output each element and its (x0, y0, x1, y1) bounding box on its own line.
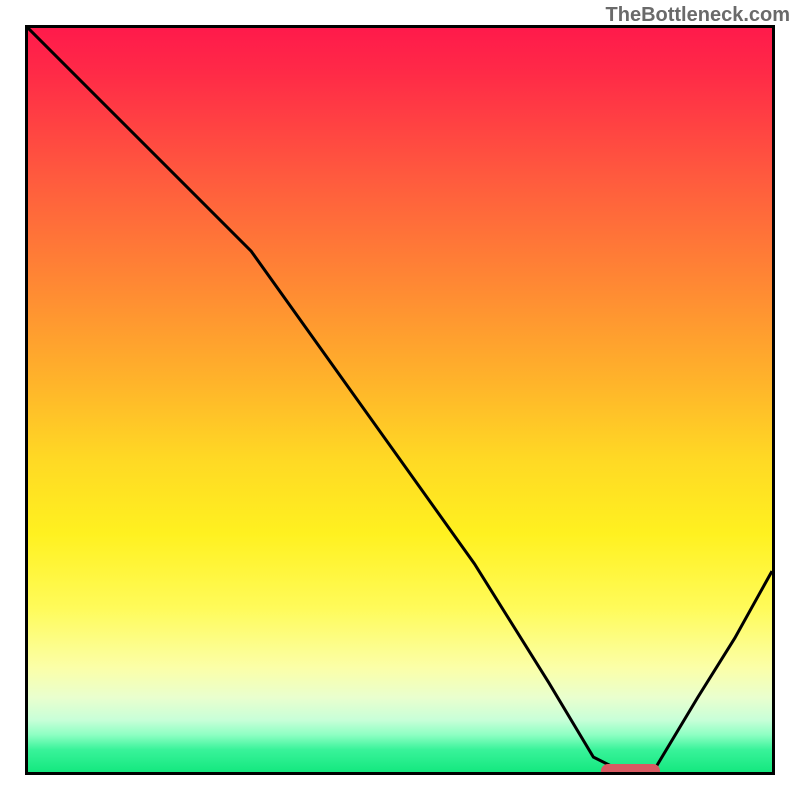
watermark-text: TheBottleneck.com (606, 4, 790, 27)
bottleneck-curve (28, 28, 772, 772)
optimal-range-marker (601, 764, 661, 775)
chart-plot-area (25, 25, 775, 775)
